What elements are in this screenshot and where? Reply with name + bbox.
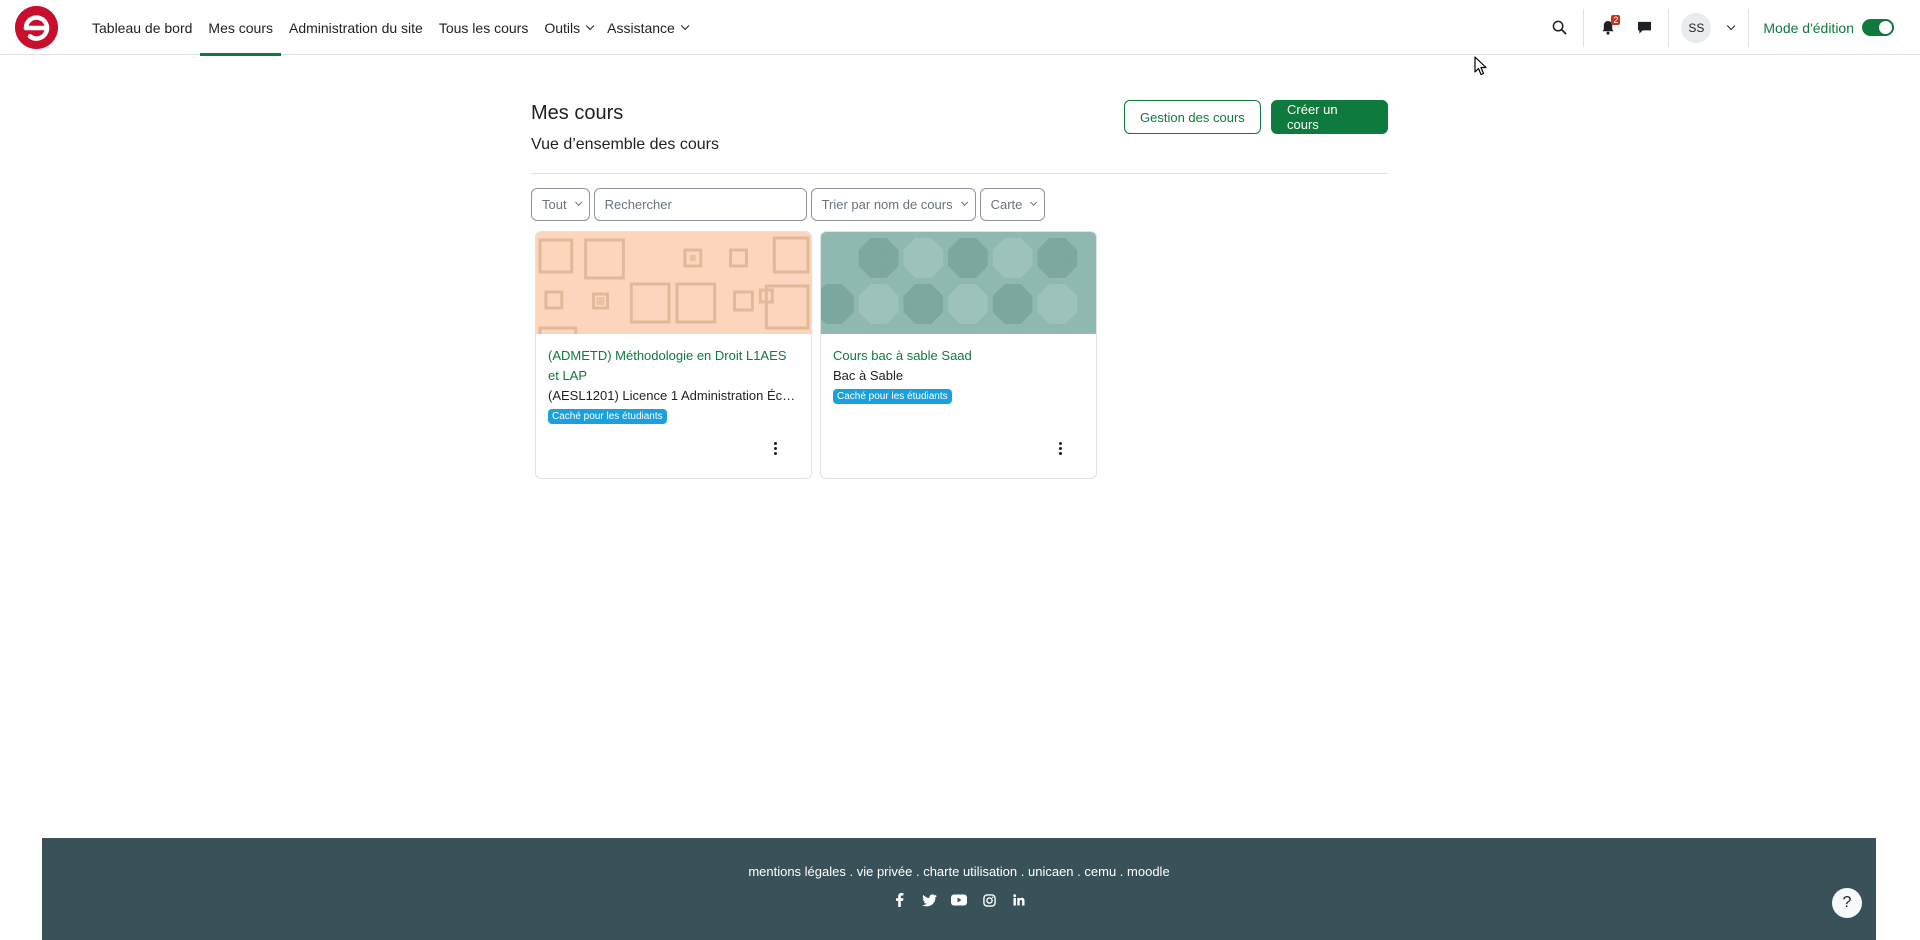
avatar: SS: [1681, 12, 1712, 43]
nav-all-courses[interactable]: Tous les cours: [431, 0, 536, 55]
course-card-body: Cours bac à sable Saad Bac à Sable Caché…: [821, 334, 1096, 404]
navbar-divider: [1668, 8, 1670, 47]
nav-assistance-dropdown[interactable]: Assistance: [599, 0, 694, 55]
page-title: Mes cours: [531, 102, 624, 124]
user-menu-dropdown[interactable]: SS: [1675, 12, 1742, 43]
footer-link-unicaen[interactable]: unicaen: [1028, 864, 1074, 879]
nav-site-admin[interactable]: Administration du site: [281, 0, 431, 55]
edit-mode-toggle[interactable]: [1862, 19, 1894, 36]
site-logo[interactable]: [15, 6, 58, 49]
instagram-icon[interactable]: [981, 892, 997, 908]
view-dropdown[interactable]: Carte: [979, 188, 1046, 221]
nav-my-courses[interactable]: Mes cours: [200, 0, 281, 56]
footer-link-moodle[interactable]: moodle: [1127, 864, 1170, 879]
course-card: Cours bac à sable Saad Bac à Sable Caché…: [820, 231, 1097, 479]
message-icon: [1637, 21, 1651, 34]
primary-navigation: Tableau de bord Mes cours Administration…: [84, 0, 694, 56]
course-image[interactable]: [536, 232, 811, 334]
course-card-body: (ADMETD) Méthodologie en Droit L1AES et …: [536, 334, 811, 424]
course-category: Bac à Sable: [833, 368, 904, 383]
navbar-actions: 2 SS Mode d'édition: [1541, 0, 1920, 55]
notifications-button[interactable]: 2: [1590, 10, 1626, 46]
course-cards-list: (ADMETD) Méthodologie en Droit L1AES et …: [535, 231, 1097, 479]
kebab-dot: [773, 446, 777, 450]
nav-all-courses-label: Tous les cours: [438, 19, 529, 36]
sort-value: Trier par nom de cours: [821, 197, 953, 212]
footer-link-legal[interactable]: mentions légales: [748, 864, 846, 879]
edit-mode-label: Mode d'édition: [1763, 19, 1854, 36]
top-navbar: Tableau de bord Mes cours Administration…: [0, 0, 1920, 56]
chevron-down-icon: [586, 21, 595, 30]
course-search-input[interactable]: [593, 188, 807, 221]
social-links: [42, 892, 1876, 908]
chevron-down-icon: [574, 198, 582, 206]
messages-button[interactable]: [1626, 10, 1662, 46]
search-button[interactable]: [1541, 10, 1577, 46]
nav-tools-dropdown[interactable]: Outils: [536, 0, 599, 55]
course-name-link[interactable]: (ADMETD) Méthodologie en Droit L1AES et …: [548, 346, 799, 386]
nav-dashboard[interactable]: Tableau de bord: [84, 0, 200, 55]
youtube-icon[interactable]: [951, 892, 967, 908]
facebook-icon[interactable]: [891, 892, 907, 908]
nav-assistance-label: Assistance: [607, 19, 675, 36]
course-card: (ADMETD) Méthodologie en Droit L1AES et …: [535, 231, 812, 479]
search-icon: [1552, 20, 1567, 35]
grouping-value: Tout: [542, 197, 567, 212]
kebab-dot: [1058, 451, 1062, 455]
kebab-dot: [773, 441, 777, 445]
section-divider: [531, 173, 1388, 174]
chevron-down-icon: [960, 198, 968, 206]
course-actions-menu-button[interactable]: [767, 438, 783, 458]
logo-e-icon: [15, 6, 58, 49]
help-button[interactable]: ?: [1832, 888, 1862, 918]
course-actions-menu-button[interactable]: [1052, 438, 1068, 458]
kebab-dot: [773, 451, 777, 455]
create-course-button[interactable]: Créer un cours: [1271, 100, 1388, 134]
navbar-divider: [1583, 8, 1585, 47]
kebab-dot: [1058, 441, 1062, 445]
section-title: Vue d’ensemble des cours: [531, 136, 719, 153]
chevron-down-icon: [1727, 21, 1736, 30]
course-name-link[interactable]: Cours bac à sable Saad: [833, 346, 1084, 366]
hidden-from-students-badge: Caché pour les étudiants: [833, 389, 952, 404]
chevron-down-icon: [680, 21, 690, 30]
chevron-down-icon: [1030, 198, 1038, 206]
course-filters: Tout Trier par nom de cours Carte: [531, 188, 1046, 221]
twitter-icon[interactable]: [921, 892, 937, 908]
course-category: (AESL1201) Licence 1 Administration Écon…: [548, 388, 799, 403]
view-value: Carte: [990, 197, 1023, 212]
mouse-cursor-icon: [1474, 56, 1487, 76]
footer-link-cemu[interactable]: cemu: [1084, 864, 1116, 879]
notification-count-badge: 2: [1611, 14, 1621, 25]
nav-dashboard-label: Tableau de bord: [92, 19, 193, 36]
footer-link-charter[interactable]: charte utilisation: [923, 864, 1017, 879]
footer-link-privacy[interactable]: vie privée: [857, 864, 913, 879]
edit-mode-control: Mode d'édition: [1755, 19, 1920, 36]
page-footer: mentions légales . vie privée . charte u…: [42, 838, 1876, 940]
sort-dropdown[interactable]: Trier par nom de cours: [810, 188, 976, 221]
grouping-dropdown[interactable]: Tout: [531, 188, 590, 221]
manage-courses-button[interactable]: Gestion des cours: [1124, 100, 1261, 134]
course-image[interactable]: [821, 232, 1096, 334]
kebab-dot: [1058, 446, 1062, 450]
navbar-divider: [1748, 8, 1750, 47]
hidden-from-students-badge: Caché pour les étudiants: [548, 409, 667, 424]
nav-tools-label: Outils: [544, 19, 581, 36]
nav-site-admin-label: Administration du site: [289, 19, 423, 36]
nav-my-courses-label: Mes cours: [208, 19, 273, 36]
footer-links: mentions légales . vie privée . charte u…: [748, 864, 1170, 879]
linkedin-icon[interactable]: [1011, 892, 1027, 908]
